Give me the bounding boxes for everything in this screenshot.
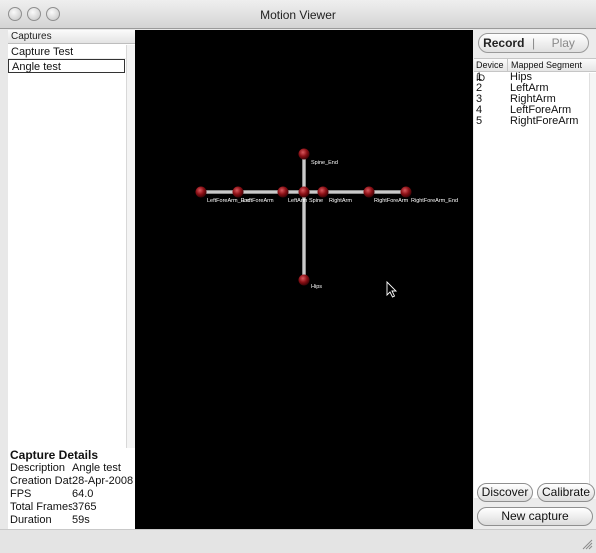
capture-item-capture-test[interactable]: Capture Test: [8, 45, 126, 59]
detail-row: Duration 59s: [8, 514, 135, 527]
detail-key: Description: [10, 462, 66, 474]
detail-value: 59s: [72, 514, 90, 526]
joint-leftforearm: [232, 186, 244, 198]
joint-leftarm: [277, 186, 289, 198]
capture-item-angle-test[interactable]: Angle test: [8, 59, 125, 73]
right-panel: Record | Play Device ID Mapped Segment 1…: [473, 30, 596, 530]
bone-vertical: [302, 154, 306, 282]
captures-list: Capture Test Angle test: [8, 45, 126, 73]
detail-row: Total Frames 3765: [8, 501, 135, 514]
detail-row: Description Angle test: [8, 462, 135, 475]
skeleton-viewport[interactable]: Spine_End LeftForeArm_End LeftForeArm Le…: [135, 30, 473, 529]
new-capture-button[interactable]: New capture: [477, 507, 593, 526]
captures-scrollbar[interactable]: [126, 45, 135, 478]
play-button[interactable]: Play: [539, 36, 589, 50]
segment-separator: |: [531, 36, 536, 50]
segment-cell: RightForeArm: [510, 115, 579, 127]
detail-row: Creation Date 28-Apr-2008...: [8, 475, 135, 488]
resize-grip-icon[interactable]: [581, 538, 593, 550]
detail-row: FPS 64.0: [8, 488, 135, 501]
device-mapping-table: Device ID Mapped Segment 1 Hips 2 LeftAr…: [474, 58, 596, 499]
detail-key: Duration: [10, 514, 52, 526]
joint-spine-end: [298, 148, 310, 160]
detail-key: FPS: [10, 488, 32, 500]
joint-label-rightforearm-end: RightForeArm_End: [411, 198, 458, 204]
mouse-cursor-icon: [386, 280, 398, 298]
joint-rightarm: [317, 186, 329, 198]
status-bar: [0, 529, 596, 553]
detail-key: Creation Date: [10, 475, 72, 487]
detail-value: Angle test: [72, 462, 121, 474]
skeleton-drawing: Spine_End LeftForeArm_End LeftForeArm Le…: [195, 148, 458, 298]
device-id-cell: 5: [476, 115, 483, 127]
column-device-id[interactable]: Device ID: [474, 59, 508, 83]
capture-details: Capture Details Description Angle test C…: [8, 448, 135, 527]
detail-value: 64.0: [72, 488, 94, 500]
joint-rightforearm: [363, 186, 375, 198]
capture-details-title: Capture Details: [10, 448, 99, 462]
record-button[interactable]: Record: [479, 36, 529, 50]
captures-header: Captures: [8, 30, 135, 44]
joint-label-spine-end: Spine_End: [311, 160, 338, 166]
joint-spine: [298, 186, 310, 198]
left-panel: Captures Capture Test Angle test Capture…: [8, 30, 135, 530]
discover-button[interactable]: Discover: [477, 483, 533, 502]
joint-label-leftforearm: LeftForeArm: [243, 198, 274, 204]
motion-viewer-window: Motion Viewer Captures Capture Test Angl…: [0, 0, 596, 553]
detail-value: 28-Apr-2008...: [72, 475, 134, 487]
title-bar: Motion Viewer: [0, 0, 596, 29]
detail-key: Total Frames: [10, 501, 72, 513]
table-row[interactable]: 5 RightForeArm: [474, 116, 596, 127]
device-table-header: Device ID Mapped Segment: [474, 59, 596, 83]
joint-label-hips: Hips: [311, 284, 322, 290]
joint-label-rightforearm: RightForeArm: [374, 198, 409, 204]
joint-hips: [298, 274, 310, 286]
calibrate-button[interactable]: Calibrate: [537, 483, 595, 502]
joint-label-spine: Spine: [309, 198, 323, 204]
joint-label-leftarm: LeftArm: [288, 198, 308, 204]
column-mapped-segment[interactable]: Mapped Segment: [508, 59, 596, 71]
record-play-control: Record | Play: [478, 33, 589, 53]
device-table-scrollbar[interactable]: [589, 73, 596, 499]
window-title: Motion Viewer: [260, 8, 336, 22]
joint-rightforearm-end: [400, 186, 412, 198]
joint-leftforearm-end: [195, 186, 207, 198]
detail-value: 3765: [72, 501, 97, 513]
joint-label-rightarm: RightArm: [329, 198, 352, 204]
